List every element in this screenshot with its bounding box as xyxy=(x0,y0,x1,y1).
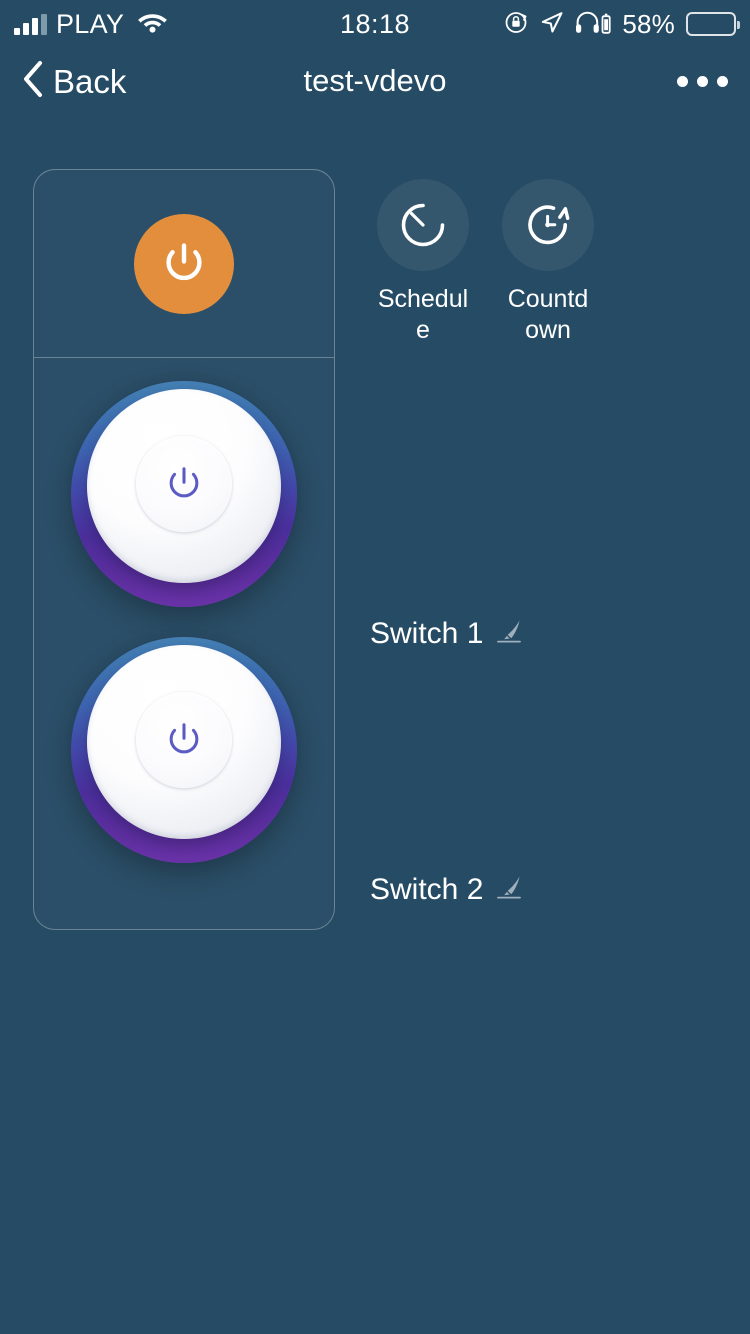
edit-pencil-icon[interactable] xyxy=(495,618,525,651)
switch-1-label-row: Switch 1 xyxy=(370,617,525,651)
edit-pencil-icon[interactable] xyxy=(495,874,525,907)
schedule-timer-icon xyxy=(401,203,445,247)
back-button-label: Back xyxy=(53,62,127,100)
location-arrow-icon xyxy=(540,10,564,39)
switch-list xyxy=(34,358,334,878)
countdown-label: Countdown xyxy=(507,285,589,344)
switch-slot-1 xyxy=(34,366,334,622)
switch-slot-2 xyxy=(34,622,334,878)
status-bar-right: 58% xyxy=(503,8,740,40)
wifi-icon xyxy=(137,10,168,38)
power-icon xyxy=(169,723,199,754)
signal-bars-icon xyxy=(14,13,47,35)
chevron-left-icon xyxy=(22,60,44,103)
power-icon xyxy=(166,242,202,280)
switch-2-face xyxy=(87,645,281,839)
switch-1-toggle[interactable] xyxy=(71,381,297,607)
device-card xyxy=(33,169,335,930)
master-power-section xyxy=(34,170,334,358)
schedule-icon-circle xyxy=(377,179,469,271)
countdown-timer-icon xyxy=(528,205,570,245)
headphones-icon xyxy=(575,10,611,39)
power-icon xyxy=(169,467,199,498)
battery-percent-label: 58% xyxy=(622,8,675,39)
navigation-bar: Back test-vdevo xyxy=(0,48,750,114)
status-bar-left: PLAY xyxy=(14,10,168,38)
switch-1-name: Switch 1 xyxy=(370,617,484,650)
back-button[interactable]: Back xyxy=(22,60,126,103)
rotation-lock-icon xyxy=(503,9,529,40)
status-bar: PLAY 18:18 58% xyxy=(0,0,750,48)
master-power-button[interactable] xyxy=(134,213,234,314)
more-options-icon[interactable] xyxy=(677,75,728,87)
switch-2-label-row: Switch 2 xyxy=(370,873,525,907)
quick-actions: Schedule Countdown xyxy=(352,169,750,345)
switch-1-inner xyxy=(136,436,232,532)
switch-2-inner xyxy=(136,692,232,788)
carrier-label: PLAY xyxy=(56,8,125,39)
switch-2-name: Switch 2 xyxy=(370,873,484,906)
right-column: Schedule Countdown Switch 1 Switch 2 xyxy=(352,169,750,906)
switch-1-face xyxy=(87,389,281,583)
schedule-button[interactable]: Schedule xyxy=(374,179,472,345)
main-content: Schedule Countdown Switch 1 Switch 2 xyxy=(0,114,750,930)
battery-icon xyxy=(686,12,740,36)
switch-2-toggle[interactable] xyxy=(71,637,297,863)
countdown-icon-circle xyxy=(502,179,594,271)
countdown-button[interactable]: Countdown xyxy=(499,179,597,345)
schedule-label: Schedule xyxy=(377,285,469,344)
